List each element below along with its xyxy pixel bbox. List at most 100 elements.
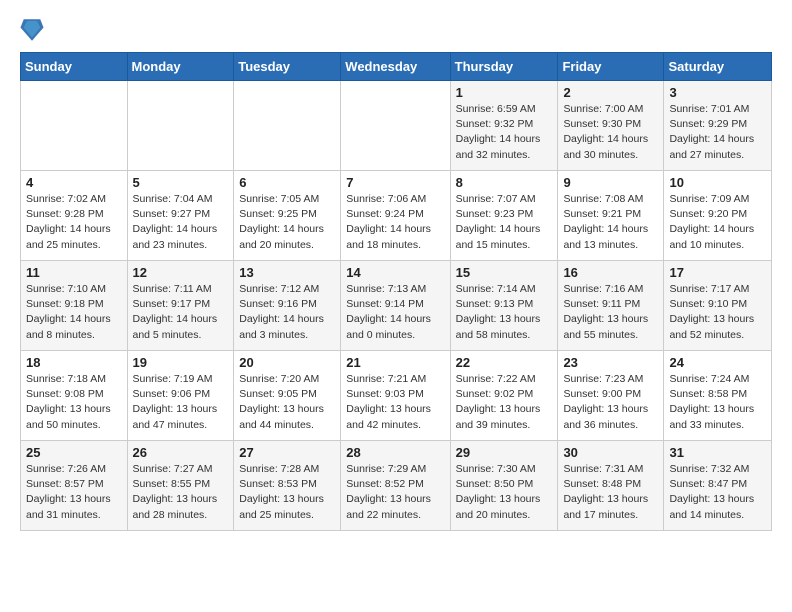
day-number: 3 (669, 85, 766, 100)
calendar-cell: 6Sunrise: 7:05 AM Sunset: 9:25 PM Daylig… (234, 171, 341, 261)
calendar-cell (234, 81, 341, 171)
day-detail: Sunrise: 7:21 AM Sunset: 9:03 PM Dayligh… (346, 372, 444, 433)
day-number: 26 (133, 445, 229, 460)
day-detail: Sunrise: 7:32 AM Sunset: 8:47 PM Dayligh… (669, 462, 766, 523)
day-number: 19 (133, 355, 229, 370)
day-number: 18 (26, 355, 122, 370)
day-detail: Sunrise: 7:11 AM Sunset: 9:17 PM Dayligh… (133, 282, 229, 343)
day-detail: Sunrise: 7:12 AM Sunset: 9:16 PM Dayligh… (239, 282, 335, 343)
calendar-cell: 15Sunrise: 7:14 AM Sunset: 9:13 PM Dayli… (450, 261, 558, 351)
calendar-cell: 3 Sunrise: 7:01 AM Sunset: 9:29 PM Daylig… (664, 81, 772, 171)
calendar-cell: 16 Sunrise: 7:16 AM Sunset: 9:11 PM Dayli… (558, 261, 664, 351)
logo (20, 16, 48, 44)
day-detail: Sunrise: 7:29 AM Sunset: 8:52 PM Dayligh… (346, 462, 444, 523)
calendar-cell (341, 81, 450, 171)
calendar-cell: 18 Sunrise: 7:18 AM Sunset: 9:08 PM Dayli… (21, 351, 128, 441)
weekday-header: Tuesday (234, 53, 341, 81)
day-number: 31 (669, 445, 766, 460)
day-detail: Sunrise: 7:18 AM Sunset: 9:08 PM Dayligh… (26, 372, 122, 433)
day-number: 8 (456, 175, 553, 190)
calendar-cell: 25Sunrise: 7:26 AM Sunset: 8:57 PM Dayli… (21, 441, 128, 531)
calendar-cell: 10 Sunrise: 7:09 AM Sunset: 9:20 PM Dayli… (664, 171, 772, 261)
day-detail: Sunrise: 7:31 AM Sunset: 8:48 PM Dayligh… (563, 462, 658, 523)
day-number: 15 (456, 265, 553, 280)
day-number: 22 (456, 355, 553, 370)
calendar-cell (127, 81, 234, 171)
day-detail: Sunrise: 7:07 AM Sunset: 9:23 PM Dayligh… (456, 192, 553, 253)
day-number: 13 (239, 265, 335, 280)
day-number: 27 (239, 445, 335, 460)
day-detail: Sunrise: 7:13 AM Sunset: 9:14 PM Dayligh… (346, 282, 444, 343)
calendar-cell: 17 Sunrise: 7:17 AM Sunset: 9:10 PM Dayli… (664, 261, 772, 351)
weekday-header: Wednesday (341, 53, 450, 81)
day-detail: Sunrise: 7:27 AM Sunset: 8:55 PM Dayligh… (133, 462, 229, 523)
calendar-cell: 8 Sunrise: 7:07 AM Sunset: 9:23 PM Daylig… (450, 171, 558, 261)
day-detail: Sunrise: 7:00 AM Sunset: 9:30 PM Dayligh… (563, 102, 658, 163)
calendar-table: SundayMondayTuesdayWednesdayThursdayFrid… (20, 52, 772, 531)
day-number: 7 (346, 175, 444, 190)
calendar-cell: 26 Sunrise: 7:27 AM Sunset: 8:55 PM Dayli… (127, 441, 234, 531)
day-detail: Sunrise: 7:02 AM Sunset: 9:28 PM Dayligh… (26, 192, 122, 253)
logo-icon (20, 16, 44, 44)
calendar-cell: 28 Sunrise: 7:29 AM Sunset: 8:52 PM Dayli… (341, 441, 450, 531)
calendar-cell: 11 Sunrise: 7:10 AM Sunset: 9:18 PM Dayli… (21, 261, 128, 351)
calendar-cell: 29 Sunrise: 7:30 AM Sunset: 8:50 PM Dayli… (450, 441, 558, 531)
day-detail: Sunrise: 7:08 AM Sunset: 9:21 PM Dayligh… (563, 192, 658, 253)
weekday-header: Monday (127, 53, 234, 81)
calendar-cell: 5 Sunrise: 7:04 AM Sunset: 9:27 PM Daylig… (127, 171, 234, 261)
weekday-header-row: SundayMondayTuesdayWednesdayThursdayFrid… (21, 53, 772, 81)
day-number: 30 (563, 445, 658, 460)
calendar-cell: 27 Sunrise: 7:28 AM Sunset: 8:53 PM Dayli… (234, 441, 341, 531)
day-number: 23 (563, 355, 658, 370)
day-detail: Sunrise: 7:23 AM Sunset: 9:00 PM Dayligh… (563, 372, 658, 433)
calendar-cell: 14 Sunrise: 7:13 AM Sunset: 9:14 PM Dayli… (341, 261, 450, 351)
day-detail: Sunrise: 7:28 AM Sunset: 8:53 PM Dayligh… (239, 462, 335, 523)
day-detail: Sunrise: 7:10 AM Sunset: 9:18 PM Dayligh… (26, 282, 122, 343)
day-detail: Sunrise: 7:20 AM Sunset: 9:05 PM Dayligh… (239, 372, 335, 433)
day-number: 1 (456, 85, 553, 100)
day-number: 14 (346, 265, 444, 280)
day-detail: Sunrise: 7:26 AM Sunset: 8:57 PM Dayligh… (26, 462, 122, 523)
calendar-week-row: 11 Sunrise: 7:10 AM Sunset: 9:18 PM Dayli… (21, 261, 772, 351)
calendar-cell: 13 Sunrise: 7:12 AM Sunset: 9:16 PM Dayli… (234, 261, 341, 351)
day-number: 5 (133, 175, 229, 190)
day-detail: Sunrise: 7:16 AM Sunset: 9:11 PM Dayligh… (563, 282, 658, 343)
calendar-cell: 12Sunrise: 7:11 AM Sunset: 9:17 PM Dayli… (127, 261, 234, 351)
day-number: 10 (669, 175, 766, 190)
calendar-cell: 7 Sunrise: 7:06 AM Sunset: 9:24 PM Daylig… (341, 171, 450, 261)
calendar-cell: 4Sunrise: 7:02 AM Sunset: 9:28 PM Daylig… (21, 171, 128, 261)
calendar-cell: 22 Sunrise: 7:22 AM Sunset: 9:02 PM Dayli… (450, 351, 558, 441)
day-number: 6 (239, 175, 335, 190)
day-number: 11 (26, 265, 122, 280)
calendar-cell: 31 Sunrise: 7:32 AM Sunset: 8:47 PM Dayli… (664, 441, 772, 531)
calendar-cell: 21Sunrise: 7:21 AM Sunset: 9:03 PM Dayli… (341, 351, 450, 441)
day-detail: Sunrise: 7:06 AM Sunset: 9:24 PM Dayligh… (346, 192, 444, 253)
calendar-week-row: 4Sunrise: 7:02 AM Sunset: 9:28 PM Daylig… (21, 171, 772, 261)
day-detail: Sunrise: 7:01 AM Sunset: 9:29 PM Dayligh… (669, 102, 766, 163)
day-detail: Sunrise: 7:04 AM Sunset: 9:27 PM Dayligh… (133, 192, 229, 253)
calendar-cell: 1 Sunrise: 6:59 AM Sunset: 9:32 PM Daylig… (450, 81, 558, 171)
page-header (20, 16, 772, 44)
calendar-week-row: 1 Sunrise: 6:59 AM Sunset: 9:32 PM Daylig… (21, 81, 772, 171)
calendar-cell: 9 Sunrise: 7:08 AM Sunset: 9:21 PM Daylig… (558, 171, 664, 261)
day-number: 16 (563, 265, 658, 280)
calendar-cell: 23 Sunrise: 7:23 AM Sunset: 9:00 PM Dayli… (558, 351, 664, 441)
day-detail: Sunrise: 6:59 AM Sunset: 9:32 PM Dayligh… (456, 102, 553, 163)
day-detail: Sunrise: 7:24 AM Sunset: 8:58 PM Dayligh… (669, 372, 766, 433)
day-number: 20 (239, 355, 335, 370)
calendar-cell: 30 Sunrise: 7:31 AM Sunset: 8:48 PM Dayli… (558, 441, 664, 531)
day-number: 17 (669, 265, 766, 280)
weekday-header: Saturday (664, 53, 772, 81)
day-detail: Sunrise: 7:22 AM Sunset: 9:02 PM Dayligh… (456, 372, 553, 433)
day-detail: Sunrise: 7:17 AM Sunset: 9:10 PM Dayligh… (669, 282, 766, 343)
day-detail: Sunrise: 7:09 AM Sunset: 9:20 PM Dayligh… (669, 192, 766, 253)
calendar-cell: 24Sunrise: 7:24 AM Sunset: 8:58 PM Dayli… (664, 351, 772, 441)
calendar-week-row: 18 Sunrise: 7:18 AM Sunset: 9:08 PM Dayli… (21, 351, 772, 441)
day-detail: Sunrise: 7:30 AM Sunset: 8:50 PM Dayligh… (456, 462, 553, 523)
weekday-header: Thursday (450, 53, 558, 81)
calendar-cell: 19Sunrise: 7:19 AM Sunset: 9:06 PM Dayli… (127, 351, 234, 441)
day-number: 28 (346, 445, 444, 460)
calendar-cell (21, 81, 128, 171)
day-number: 29 (456, 445, 553, 460)
day-number: 9 (563, 175, 658, 190)
